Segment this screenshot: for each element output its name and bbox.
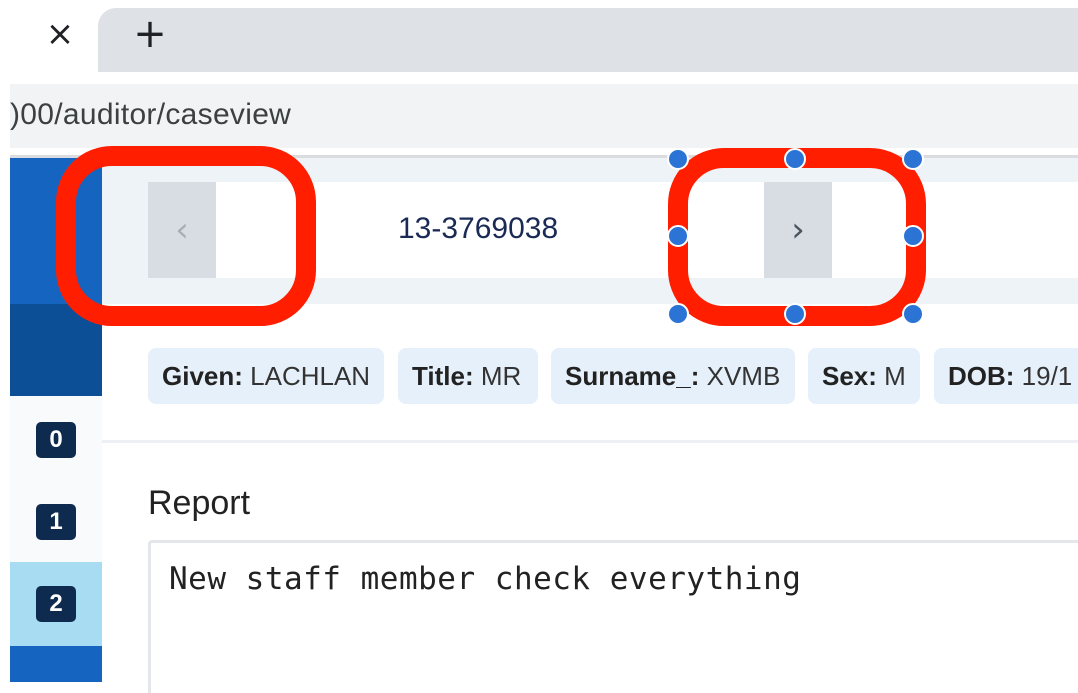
resize-handle-left[interactable] bbox=[667, 225, 689, 247]
sidebar-item-0[interactable]: 0 bbox=[36, 422, 76, 458]
section-divider bbox=[102, 440, 1078, 443]
resize-handle-top-left[interactable] bbox=[667, 148, 689, 170]
resize-handle-top[interactable] bbox=[784, 148, 806, 170]
annotation-highlight-next[interactable] bbox=[668, 148, 926, 326]
sidebar-item-2[interactable]: 2 bbox=[36, 586, 76, 622]
close-tab-icon[interactable]: × bbox=[40, 14, 80, 54]
sidebar-item-1[interactable]: 1 bbox=[36, 504, 76, 540]
resize-handle-bottom-left[interactable] bbox=[667, 303, 689, 325]
chip-sex: Sex: M bbox=[808, 348, 920, 404]
tab-bar-background bbox=[98, 8, 1078, 72]
chip-key: Title: bbox=[412, 361, 474, 391]
new-tab-icon[interactable]: + bbox=[128, 12, 172, 56]
url-text[interactable]: )00/auditor/caseview bbox=[10, 98, 291, 132]
resize-handle-top-right[interactable] bbox=[902, 148, 924, 170]
resize-handle-bottom[interactable] bbox=[784, 303, 806, 325]
report-heading: Report bbox=[148, 484, 251, 522]
resize-handle-right[interactable] bbox=[902, 225, 924, 247]
sidebar-bottom-block bbox=[10, 646, 102, 682]
report-text[interactable]: New staff member check everything bbox=[169, 561, 801, 597]
chip-key: Sex: bbox=[822, 361, 877, 391]
chip-value: M bbox=[876, 361, 906, 391]
case-id: 13-3769038 bbox=[398, 212, 559, 245]
chip-key: Given: bbox=[162, 361, 243, 391]
resize-handle-bottom-right[interactable] bbox=[902, 303, 924, 325]
address-bar[interactable]: )00/auditor/caseview bbox=[10, 84, 1078, 148]
chip-value: 19/1 bbox=[1014, 361, 1073, 391]
chip-value: MR bbox=[473, 361, 522, 391]
chip-value: LACHLAN bbox=[242, 361, 371, 391]
chip-dob: DOB: 19/1 bbox=[934, 348, 1078, 404]
chip-title: Title: MR bbox=[398, 348, 538, 404]
annotation-highlight-prev bbox=[56, 146, 316, 326]
chip-key: DOB: bbox=[948, 361, 1015, 391]
chip-key: Surname_: bbox=[565, 361, 700, 391]
chip-given: Given: LACHLAN bbox=[148, 348, 384, 404]
chip-value: XVMB bbox=[699, 361, 781, 391]
report-textarea[interactable]: New staff member check everything bbox=[148, 540, 1078, 693]
tab-strip: × + bbox=[0, 0, 1078, 78]
chip-surname: Surname_: XVMB bbox=[551, 348, 795, 404]
